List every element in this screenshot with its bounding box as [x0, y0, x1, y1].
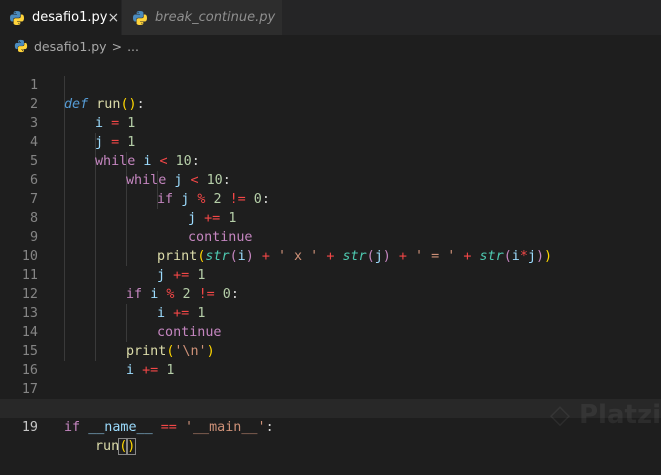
code-text: if __name__ == '__main__': [64, 420, 274, 435]
code-line: 15 i += 1 [0, 323, 661, 378]
code-line: 9 print(str(i) + ' x ' + str(j) + ' = ' … [0, 209, 661, 264]
code-line: 5 while j < 10: [0, 133, 661, 188]
code-line: 4 while i < 10: [0, 114, 661, 169]
tab-label: break_continue.py [155, 10, 276, 25]
breadcrumb-more[interactable]: ... [127, 39, 139, 54]
code-line: 12 i += 1 [0, 266, 661, 321]
code-line: 11 if i % 2 != 0: [0, 247, 661, 302]
tab-desafio1[interactable]: desafio1.py × [0, 0, 121, 35]
breadcrumb: desafio1.py > ... [0, 35, 661, 57]
code-line: 18 if __name__ == '__main__': [0, 380, 661, 435]
code-editor[interactable]: 1 def run(): 2 i = 1 3 j = 1 4 while i <… [0, 57, 661, 455]
code-line: 17 [0, 361, 661, 397]
code-line: 6 if j % 2 != 0: [0, 152, 661, 207]
code-line: 7 j += 1 [0, 171, 661, 226]
python-icon [133, 10, 147, 25]
python-icon [14, 39, 28, 53]
code-line: 14 print('\n') [0, 304, 661, 359]
breadcrumb-file[interactable]: desafio1.py [34, 39, 107, 54]
code-line: 8 continue [0, 190, 661, 245]
breadcrumb-separator: > [111, 38, 123, 54]
tab-bar: desafio1.py × break_continue.py [0, 0, 661, 35]
code-line: 13 continue [0, 285, 661, 340]
code-line: 3 j = 1 [0, 95, 661, 150]
line-number: 19 [21, 420, 38, 435]
code-line: 16 [0, 342, 661, 378]
close-icon[interactable]: × [107, 10, 119, 26]
code-text: run() [95, 438, 137, 455]
tab-break-continue[interactable]: break_continue.py [122, 0, 282, 35]
code-line: 10 j += 1 [0, 228, 661, 283]
code-line: 1 def run(): [0, 57, 661, 112]
code-line: 2 i = 1 [0, 76, 661, 131]
tab-label: desafio1.py [32, 10, 108, 25]
python-icon [10, 10, 24, 25]
platzi-watermark: ◇ Platzi [549, 400, 661, 430]
